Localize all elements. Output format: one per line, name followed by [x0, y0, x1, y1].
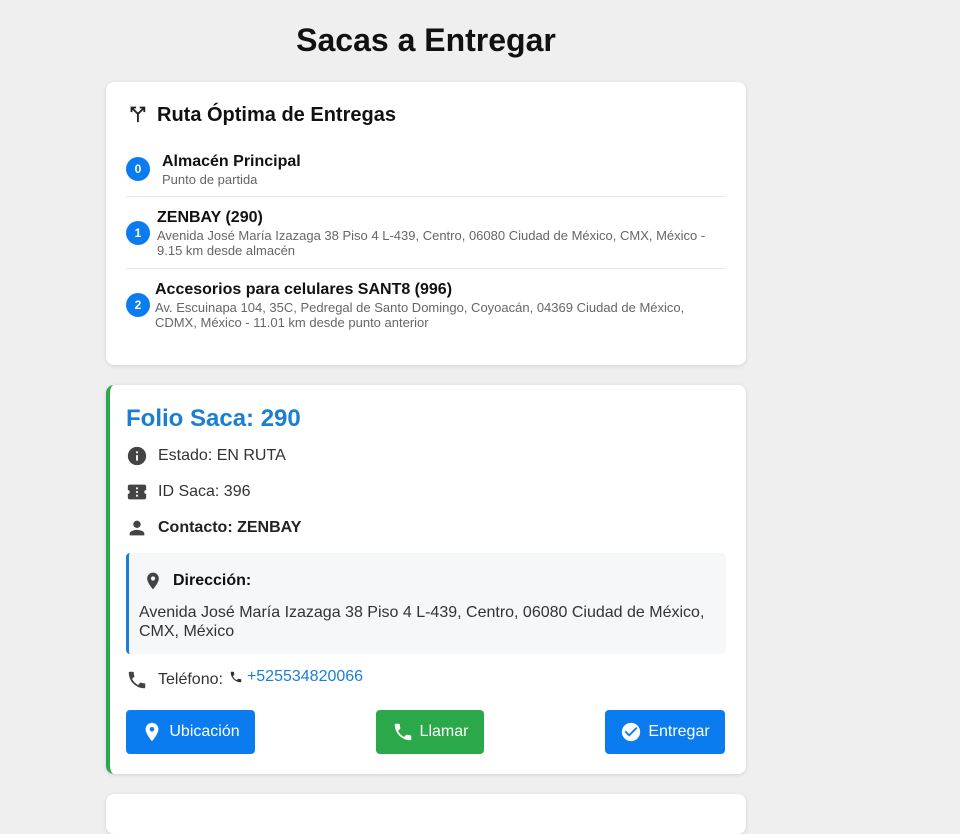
ubicacion-label: Ubicación	[169, 723, 240, 740]
id-saca-text: ID Saca: 396	[158, 483, 251, 500]
info-icon	[126, 445, 148, 467]
stop-number-badge: 1	[126, 220, 150, 245]
phone-icon	[394, 723, 411, 741]
location-pin-icon	[147, 572, 159, 590]
address-header: Dirección:	[143, 571, 716, 591]
phone-link[interactable]: +525534820066	[229, 668, 363, 686]
stop-description: Avenida José María Izazaga 38 Piso 4 L-4…	[157, 227, 706, 258]
stop-number-badge: 2	[126, 293, 150, 317]
check-circle-icon	[622, 722, 641, 742]
route-card: Ruta Óptima de Entregas 0 Almacén Princi…	[106, 82, 746, 365]
route-stop-2: 2 Accesorios para celulares SANT8 (996) …	[126, 269, 726, 341]
entregar-button[interactable]: Entregar	[605, 710, 725, 754]
estado-text: Estado: EN RUTA	[158, 447, 286, 464]
phone-small-icon	[230, 671, 242, 683]
stop-description: Av. Escuinapa 104, 35C, Pedregal de Sant…	[155, 300, 685, 330]
ubicacion-button[interactable]: Ubicación	[126, 710, 255, 754]
route-title: Ruta Óptima de Entregas	[157, 103, 396, 126]
saca-folio: Folio Saca: 290	[126, 405, 301, 432]
route-stop-0: 0 Almacén Principal Punto de partida	[126, 142, 726, 197]
contacto-text: Contacto: ZENBAY	[158, 519, 302, 536]
ticket-icon	[126, 481, 148, 503]
phone-number: +525534820066	[246, 668, 364, 685]
saca-card: Folio Saca: 290 Estado: EN RUTA ID Saca:…	[106, 385, 746, 774]
location-pin-icon	[145, 722, 159, 742]
stop-number-badge: 0	[126, 157, 150, 181]
stop-name: Almacén Principal	[162, 152, 301, 170]
address-text: Avenida José María Izazaga 38 Piso 4 L-4…	[139, 604, 705, 640]
phone-icon	[126, 669, 148, 691]
route-fork-icon	[126, 102, 148, 129]
route-header: Ruta Óptima de Entregas	[126, 102, 726, 128]
page-title: Sacas a Entregar	[296, 22, 556, 58]
llamar-button[interactable]: Llamar	[376, 710, 484, 754]
stop-description: Punto de partida	[162, 171, 258, 187]
id-saca-row: ID Saca: 396	[126, 481, 251, 503]
next-saca-card	[106, 794, 746, 834]
entregar-label: Entregar	[648, 723, 710, 740]
llamar-label: Llamar	[419, 723, 469, 740]
route-stop-1: 1 ZENBAY (290) Avenida José María Izazag…	[126, 197, 726, 269]
contacto-row: Contacto: ZENBAY	[126, 517, 301, 539]
address-box: Dirección: Avenida José María Izazaga 38…	[126, 553, 726, 654]
stop-name: Accesorios para celulares SANT8 (996)	[155, 281, 453, 298]
telefono-label: Teléfono:	[158, 671, 223, 688]
stop-name: ZENBAY (290)	[157, 208, 263, 226]
person-icon	[126, 517, 148, 539]
address-label: Dirección:	[173, 572, 252, 589]
estado-row: Estado: EN RUTA	[126, 445, 286, 467]
telefono-row: Teléfono: +525534820066	[126, 668, 363, 691]
